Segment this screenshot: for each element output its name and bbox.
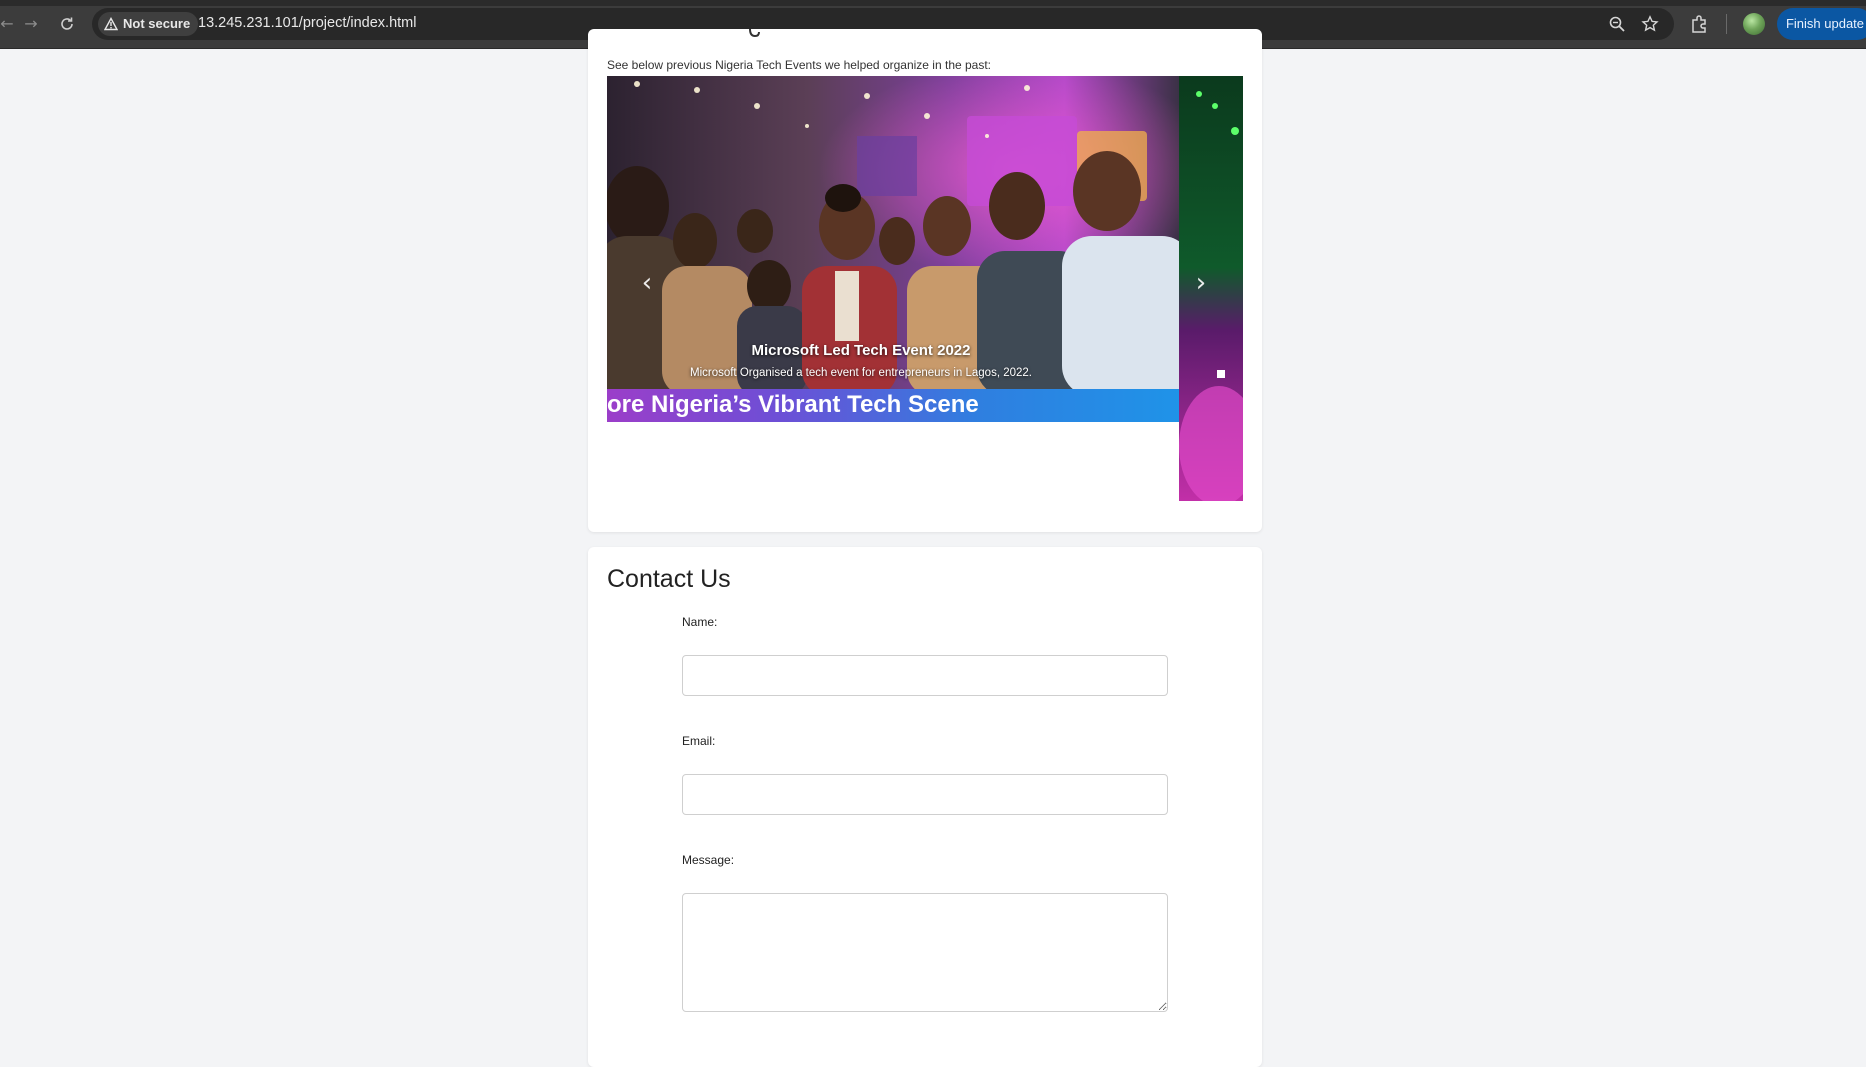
page-viewport: See below previous Nigeria Tech Events w… bbox=[0, 29, 1866, 1067]
heading-fragment bbox=[749, 29, 760, 37]
extensions-icon[interactable] bbox=[1689, 14, 1709, 34]
email-field[interactable] bbox=[682, 774, 1168, 815]
events-subtitle: See below previous Nigeria Tech Events w… bbox=[607, 58, 992, 72]
security-chip[interactable]: Not secure bbox=[98, 12, 199, 36]
carousel-slide: Microsoft Led Tech Event 2022 Microsoft … bbox=[607, 76, 1179, 422]
finish-update-button[interactable]: Finish update bbox=[1777, 8, 1866, 40]
chevron-right-icon: › bbox=[1195, 268, 1207, 298]
contact-card: Contact Us Name: Email: Message: bbox=[588, 547, 1262, 1067]
carousel-prev-button[interactable]: ‹ bbox=[635, 268, 659, 298]
reload-icon[interactable] bbox=[56, 13, 78, 35]
carousel-next-button[interactable]: › bbox=[1189, 268, 1213, 298]
name-label: Name: bbox=[682, 615, 718, 629]
contact-title: Contact Us bbox=[607, 565, 731, 593]
message-label: Message: bbox=[682, 853, 735, 867]
zoom-icon[interactable] bbox=[1608, 15, 1626, 33]
security-label: Not secure bbox=[123, 16, 191, 31]
warning-icon bbox=[104, 17, 118, 31]
tab-strip-edge bbox=[0, 0, 1866, 6]
slide-caption-text: Microsoft Organised a tech event for ent… bbox=[689, 367, 1032, 379]
email-label: Email: bbox=[682, 734, 716, 748]
banner-text: ore Nigeria’s Vibrant Tech Scene bbox=[607, 391, 979, 418]
bookmark-star-icon[interactable] bbox=[1641, 15, 1659, 33]
forward-icon[interactable]: → bbox=[20, 13, 42, 35]
slide-caption-title: Microsoft Led Tech Event 2022 bbox=[751, 342, 971, 359]
message-field[interactable] bbox=[682, 893, 1168, 1012]
back-icon[interactable]: ← bbox=[0, 13, 18, 35]
toolbar-divider bbox=[1726, 14, 1727, 34]
url-text[interactable]: 13.245.231.101/project/index.html bbox=[198, 15, 416, 31]
events-carousel[interactable]: Microsoft Led Tech Event 2022 Microsoft … bbox=[607, 76, 1243, 501]
slide-banner: ore Nigeria’s Vibrant Tech Scene bbox=[607, 389, 1179, 422]
chevron-left-icon: ‹ bbox=[641, 268, 653, 298]
name-field[interactable] bbox=[682, 655, 1168, 696]
profile-avatar[interactable] bbox=[1743, 13, 1765, 35]
events-card: See below previous Nigeria Tech Events w… bbox=[588, 29, 1262, 532]
